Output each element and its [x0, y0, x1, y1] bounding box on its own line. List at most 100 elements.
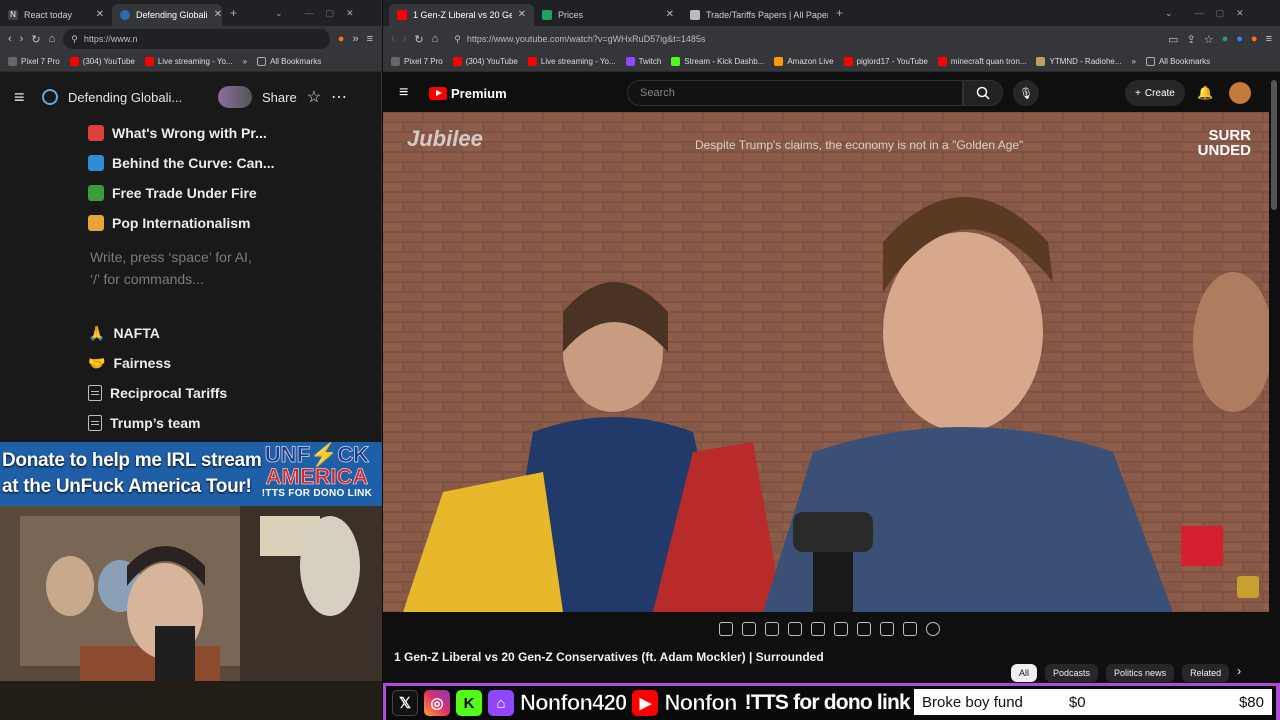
profile-icon[interactable]: ● [1251, 33, 1258, 45]
screenshot-icon[interactable] [765, 622, 779, 636]
speed-icon[interactable] [857, 622, 871, 636]
menu-icon[interactable]: ≡ [1266, 33, 1272, 45]
address-bar[interactable]: ⚲ https://www.n [63, 29, 330, 49]
chip-politics-news[interactable]: Politics news [1106, 664, 1175, 682]
page-title[interactable]: Defending Globali... [68, 90, 208, 105]
maximize-icon[interactable]: ▢ [1216, 8, 1225, 19]
bookmark-item[interactable]: Pixel 7 Pro [391, 57, 443, 66]
chips-next-icon[interactable]: › [1237, 664, 1241, 682]
tab-youtube-video[interactable]: 1 Gen-Z Liberal vs 20 Gen-Z Co ✕ [389, 3, 534, 26]
list-item[interactable]: Trump’s team [88, 408, 371, 438]
share-button[interactable]: Share [262, 90, 297, 105]
list-item[interactable]: 🤝 Fairness [88, 348, 371, 378]
tab-defending-globalism[interactable]: Defending Globali ✕ [112, 3, 222, 26]
bookmark-star-icon[interactable]: ☆ [1204, 33, 1214, 46]
reload-icon[interactable]: ↻ [414, 33, 423, 46]
bookmark-item[interactable]: (304) YouTube [69, 57, 135, 66]
pip-icon[interactable] [880, 622, 894, 636]
scrollbar[interactable] [1271, 80, 1277, 210]
tab-react-today[interactable]: N React today ✕ [0, 4, 112, 26]
voice-search-button[interactable]: 🎙 [1013, 80, 1039, 106]
bookmark-item[interactable]: Live streaming - Yo... [144, 57, 233, 66]
bookmark-item[interactable]: Amazon Live [774, 57, 834, 66]
chip-podcasts[interactable]: Podcasts [1045, 664, 1099, 682]
chip-all[interactable]: All [1011, 664, 1038, 682]
tab-list-chevron-icon[interactable]: ⌄ [275, 8, 283, 19]
empty-block-placeholder[interactable]: Write, press ‘space’ for AI, ‘/’ for com… [90, 246, 371, 290]
minimize-icon[interactable]: — [1195, 8, 1204, 18]
home-icon[interactable]: ⌂ [432, 33, 439, 45]
camera-icon[interactable] [903, 622, 917, 636]
profile-icon[interactable]: ● [338, 33, 345, 45]
tab-trade-papers[interactable]: Trade/Tariffs Papers | All Papers ✕ [682, 4, 828, 26]
sidebar-menu-icon[interactable]: ≡ [14, 87, 32, 108]
tab-list-chevron-icon[interactable]: ⌄ [1165, 8, 1173, 19]
bookmark-item[interactable]: minecraft quan tron... [937, 57, 1026, 66]
list-item[interactable]: What's Wrong with Pr... [88, 118, 371, 148]
list-item[interactable]: Free Trade Under Fire [88, 178, 371, 208]
all-bookmarks[interactable]: All Bookmarks [1145, 57, 1210, 66]
close-tab-icon[interactable]: ✕ [666, 9, 674, 20]
bookmark-item[interactable]: YTMND - Radiohe... [1036, 57, 1122, 66]
avatar[interactable] [1229, 82, 1251, 104]
list-item[interactable]: Pop Internationalism [88, 208, 371, 238]
extension-icon[interactable]: ● [1222, 33, 1229, 45]
clip-icon[interactable] [788, 622, 802, 636]
settings-gear-icon[interactable] [926, 622, 940, 636]
search-input[interactable]: Search [627, 80, 963, 106]
new-tab-icon[interactable]: + [230, 6, 237, 20]
chip-related[interactable]: Related [1182, 664, 1230, 682]
share-icon[interactable]: ⇪ [1187, 33, 1196, 46]
home-icon[interactable]: ⌂ [49, 33, 56, 45]
youtube-logo[interactable]: Premium [429, 86, 507, 101]
favorite-star-icon[interactable]: ☆ [307, 87, 321, 107]
close-tab-icon[interactable]: ✕ [214, 9, 222, 20]
audio-icon[interactable] [742, 622, 756, 636]
bookmark-item[interactable]: Pixel 7 Pro [8, 57, 60, 66]
jubilee-channel-icon[interactable] [1237, 576, 1259, 598]
close-tab-icon[interactable]: ✕ [518, 9, 526, 20]
site-info-icon[interactable]: ⚲ [71, 34, 78, 45]
forward-icon[interactable]: › [20, 33, 24, 45]
site-info-icon[interactable]: ⚲ [454, 34, 461, 45]
document-icon [88, 415, 102, 431]
bookmarks-overflow-icon[interactable]: » [243, 57, 247, 66]
close-window-icon[interactable]: ✕ [346, 8, 354, 19]
extension-icon[interactable]: ● [1236, 33, 1243, 45]
search-button[interactable] [963, 80, 1003, 106]
menu-icon[interactable]: ≡ [367, 33, 373, 45]
close-window-icon[interactable]: ✕ [1236, 8, 1244, 19]
tab-prices[interactable]: Prices ✕ [534, 4, 682, 26]
bookmark-label: Live streaming - Yo... [540, 57, 616, 66]
more-options-icon[interactable]: ⋯ [331, 87, 347, 107]
new-tab-icon[interactable]: + [836, 6, 843, 20]
bookmark-item[interactable]: piglord17 - YouTube [843, 57, 928, 66]
minimize-icon[interactable]: — [305, 8, 314, 18]
back-icon[interactable]: ‹ [8, 33, 12, 45]
cast-icon[interactable]: ▭ [1168, 33, 1178, 46]
bookmark-item[interactable]: Stream - Kick Dashb... [671, 57, 764, 66]
create-button[interactable]: + Create [1125, 80, 1185, 106]
all-bookmarks[interactable]: All Bookmarks [257, 57, 321, 66]
notifications-bell-icon[interactable]: 🔔 [1197, 85, 1213, 101]
bookmarks-overflow-icon[interactable]: » [1132, 57, 1136, 66]
maximize-icon[interactable]: ▢ [326, 8, 335, 19]
list-item[interactable]: Reciprocal Tariffs [88, 378, 371, 408]
list-item[interactable]: Behind the Curve: Can... [88, 148, 371, 178]
bookmark-item[interactable]: (304) YouTube [452, 57, 518, 66]
address-bar[interactable]: ⚲ https://www.youtube.com/watch?v=gWHxRu… [446, 29, 1161, 49]
back-icon[interactable]: ‹ [391, 33, 395, 45]
list-item[interactable]: 🙏 NAFTA [88, 318, 371, 348]
frame-icon[interactable] [811, 622, 825, 636]
bookmark-item[interactable]: Twitch [625, 57, 661, 66]
close-tab-icon[interactable]: ✕ [96, 9, 104, 20]
loop-icon[interactable] [719, 622, 733, 636]
bookmark-item[interactable]: Live streaming - Yo... [527, 57, 616, 66]
extensions-icon[interactable]: » [352, 33, 358, 45]
guide-menu-icon[interactable]: ≡ [399, 84, 408, 102]
forward-icon[interactable]: › [403, 33, 407, 45]
video-player[interactable]: Jubilee Despite Trump's claims, the econ… [383, 112, 1269, 612]
reload-icon[interactable]: ↻ [31, 33, 40, 46]
avatars[interactable] [218, 86, 252, 108]
captions-icon[interactable] [834, 622, 848, 636]
